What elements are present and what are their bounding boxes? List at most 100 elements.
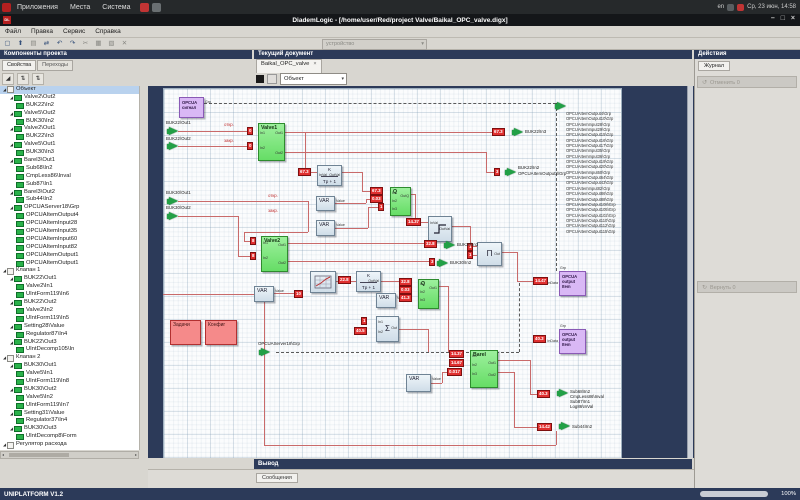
connector-arrow-icon[interactable] [261, 348, 270, 356]
menu-applications[interactable]: Приложения [11, 4, 64, 11]
pi-block[interactable]: ΠOut [477, 242, 502, 266]
config-block[interactable]: Конфиг [205, 320, 237, 345]
update-icon[interactable] [737, 4, 744, 11]
k2-block[interactable]: KTp + 1OutVal [356, 271, 381, 292]
tree-item[interactable]: ◢Valve2\Out1 [0, 125, 139, 133]
tree-item[interactable]: OPCUAItemInput35 [0, 228, 139, 236]
tree-item[interactable]: OPCUAItemOutput4 [0, 212, 139, 220]
checkbox-icon[interactable] [7, 268, 14, 275]
undo-icon[interactable]: ↶ [54, 38, 65, 49]
sync-icon[interactable]: ⇄ [41, 38, 52, 49]
scroll-left-icon[interactable]: ◂ [2, 452, 4, 458]
journal-button[interactable]: Журнал [698, 61, 730, 71]
tree-item[interactable]: OPCUAItemInput60 [0, 236, 139, 244]
window-titlebar[interactable]: DL DiademLogic - [/home/user/Red/project… [0, 14, 800, 26]
delete-icon[interactable]: ✕ [119, 38, 130, 49]
copy-icon[interactable]: ▦ [93, 38, 104, 49]
open-icon[interactable]: ⬆ [15, 38, 26, 49]
sum-block[interactable]: ΣIn1In2Out [376, 316, 399, 342]
tree-item[interactable]: ◢BUK22\Out1 [0, 275, 139, 283]
tree-item[interactable]: BUK22\In3 [0, 133, 139, 141]
zoom-slider[interactable] [700, 491, 768, 497]
tab-transitions[interactable]: Переходы [37, 60, 73, 71]
cut-icon[interactable]: ✂ [80, 38, 91, 49]
relay-block[interactable]: InValOutVal [428, 216, 452, 242]
keyboard-layout[interactable]: en [717, 4, 724, 10]
tree-item[interactable]: Valve5\In2 [0, 394, 139, 402]
tree-item[interactable]: ◢Setting28\Value [0, 323, 139, 331]
cursor-icon[interactable]: ◢ [2, 73, 14, 85]
connector-arrow-icon[interactable] [169, 142, 178, 150]
var1-block[interactable]: VARValue [316, 196, 335, 211]
valve1-block[interactable]: Valve1In1In2Out1Out2 [258, 123, 285, 161]
menu-places[interactable]: Места [64, 4, 96, 11]
tree-item[interactable]: ◢Setting31\Value [0, 410, 139, 418]
tab-messages[interactable]: Сообщения [256, 473, 298, 483]
document-tab[interactable]: Baikal_OPC_valve× [256, 59, 322, 73]
checkbox-icon[interactable] [7, 442, 14, 449]
new-icon[interactable]: ▢ [2, 38, 13, 49]
distro-icon[interactable] [2, 3, 11, 12]
graph-block[interactable] [310, 271, 336, 293]
connector-arrow-icon[interactable] [446, 241, 455, 249]
tree-item[interactable]: ◢BUK30\Out3 [0, 425, 139, 433]
panel-launcher-icon[interactable] [140, 3, 149, 12]
tree-item[interactable]: ◢Barel3\Out2 [0, 189, 139, 197]
opcua-output1-block[interactable]: OPCUAoutputItemInDataGrp [559, 271, 586, 296]
connector-arrow-icon[interactable] [169, 197, 178, 205]
connector-arrow-icon[interactable] [169, 212, 178, 220]
window-controls[interactable]: – □ × [771, 15, 797, 22]
tree-item[interactable]: ◢BUK22\Out2 [0, 299, 139, 307]
volume-icon[interactable] [727, 4, 734, 11]
device-combo[interactable]: устройство▾ [322, 39, 427, 50]
tree-item[interactable]: Sub87\In1 [0, 181, 139, 189]
menu-edit[interactable]: Правка [26, 28, 58, 35]
tree-item[interactable]: ◢OPCUAServer18\Grp [0, 204, 139, 212]
tree-item[interactable]: ◢Valve5\Out2 [0, 110, 139, 118]
scrollbar-thumb[interactable] [9, 453, 69, 457]
tree-item[interactable]: Sub68\In2 [0, 165, 139, 173]
paste-icon[interactable]: ▧ [106, 38, 117, 49]
canvas-vertical-scrollbar[interactable] [687, 86, 693, 458]
barel-block[interactable]: BarelIn1In2In3Out1Out2 [470, 350, 498, 388]
k1-block[interactable]: KTp + 1InValOutVal [317, 165, 342, 186]
tree-horizontal-scrollbar[interactable]: ◂ ▸ [0, 451, 139, 459]
tree-item[interactable]: ◢BUK30\Out1 [0, 362, 139, 370]
tree-item[interactable]: Valve2\In2 [0, 307, 139, 315]
tree-item[interactable]: Regulator87\In4 [0, 331, 139, 339]
opcua-signal-block[interactable]: OPCUAсигналGrp [179, 97, 204, 118]
valve2-block[interactable]: Valve2In1In2Out1Out2 [261, 236, 288, 272]
tab-properties[interactable]: Свойства [2, 60, 36, 71]
stop-icon[interactable] [256, 75, 264, 83]
tree-item[interactable]: Regulator37\In4 [0, 417, 139, 425]
connector-arrow-icon[interactable] [507, 168, 516, 176]
tree-item[interactable]: OPCUAItemOutput1 [0, 252, 139, 260]
grid-icon[interactable] [267, 74, 277, 84]
undo-action-bar[interactable]: ↺Отменить 0 [697, 76, 797, 88]
clock[interactable]: Ср, 23 июн, 14:58 [747, 4, 796, 10]
sort-up-down-icon[interactable]: ⇅ [17, 73, 29, 85]
opcua-output2-block[interactable]: OPCUAoutputItemInDataGrp [559, 329, 586, 354]
menu-file[interactable]: Файл [0, 28, 26, 35]
expand-collapse-icon[interactable]: ⇅ [32, 73, 44, 85]
connector-arrow-icon[interactable] [514, 128, 523, 136]
tree-item[interactable]: OPCUAItemInput28 [0, 220, 139, 228]
checkbox-icon[interactable] [7, 355, 14, 362]
redo-icon[interactable]: ↷ [67, 38, 78, 49]
tree-item[interactable]: ◢Регулятор расхода [0, 441, 139, 449]
tree-item[interactable]: UIntForm119\In6 [0, 291, 139, 299]
object-combo[interactable]: Объект▾ [280, 73, 347, 85]
connector-arrow-icon[interactable] [169, 127, 178, 135]
tree-item[interactable]: BUK30\In3 [0, 149, 139, 157]
tasks-block[interactable]: Задачи [170, 320, 201, 345]
tree-item[interactable]: ◢Клапан 1 [0, 267, 139, 275]
tree-item[interactable]: UIntDecomp105\In [0, 346, 139, 354]
tree-item[interactable]: OPCUAItemInput82 [0, 244, 139, 252]
menu-service[interactable]: Сервис [58, 28, 90, 35]
redo-action-bar[interactable]: ↻Вернуть 0 [697, 281, 797, 293]
var3-block[interactable]: VARValue [376, 293, 396, 308]
tree-item[interactable]: BUK30\In2 [0, 118, 139, 126]
tree-item[interactable]: Valve5\In1 [0, 370, 139, 378]
tree-item[interactable]: Valve2\In1 [0, 283, 139, 291]
tree-item[interactable]: ◢BUK22\Out3 [0, 339, 139, 347]
